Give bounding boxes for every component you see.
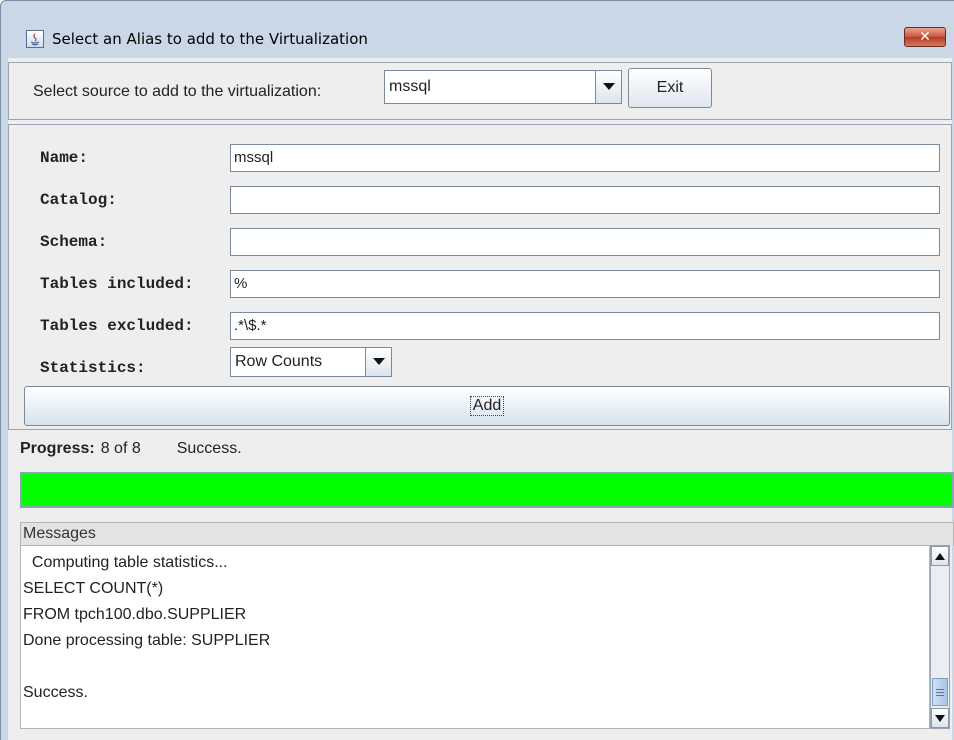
progress-label: Progress: [20,440,95,457]
title-bar: Select an Alias to add to the Virtualiza… [8,20,952,58]
statistics-select[interactable]: Row Counts [230,347,392,377]
tables-excluded-label: Tables excluded: [40,317,194,335]
tables-excluded-field[interactable]: .*\$.* [230,312,940,340]
java-app-icon [26,30,44,48]
progress-bar-fill [22,474,952,506]
close-button[interactable]: ✕ [904,27,946,47]
window-title: Select an Alias to add to the Virtualiza… [52,30,368,48]
add-button[interactable]: Add [24,386,950,426]
scroll-down-button[interactable] [931,708,949,728]
tables-included-label: Tables included: [40,275,194,293]
messages-header: Messages [20,522,954,546]
exit-button[interactable]: Exit [628,68,712,108]
message-line: Done processing table: SUPPLIER [23,632,271,649]
schema-field[interactable] [230,228,940,256]
chevron-down-icon[interactable] [595,71,621,103]
source-select[interactable]: mssql [384,70,622,104]
chevron-up-icon [935,552,945,560]
schema-label: Schema: [40,233,108,251]
progress-status: Success. [176,440,242,457]
close-icon: ✕ [919,29,931,45]
catalog-field[interactable] [230,186,940,214]
name-field[interactable]: mssql [230,144,940,172]
tables-included-field[interactable]: % [230,270,940,298]
progress-row: Progress: 8 of 8 Success. [20,440,242,458]
statistics-label: Statistics: [40,359,146,377]
name-label: Name: [40,149,89,167]
scroll-up-button[interactable] [931,546,949,566]
source-label: Select source to add to the virtualizati… [33,83,322,100]
message-line: SELECT COUNT(*) [23,580,164,597]
messages-scrollbar[interactable] [930,545,950,729]
add-button-label: Add [469,396,505,416]
progress-count: 8 of 8 [100,440,141,457]
message-line: Success. [23,684,88,701]
catalog-label: Catalog: [40,191,117,209]
chevron-down-icon [935,714,945,722]
source-select-value: mssql [389,78,431,95]
progress-bar [20,472,954,508]
statistics-select-value: Row Counts [235,353,323,370]
scroll-thumb[interactable] [932,678,948,706]
chevron-down-icon[interactable] [365,348,391,376]
messages-area[interactable]: Computing table statistics... SELECT COU… [20,545,930,729]
message-line: FROM tpch100.dbo.SUPPLIER [23,606,247,623]
message-line: Computing table statistics... [23,554,228,571]
